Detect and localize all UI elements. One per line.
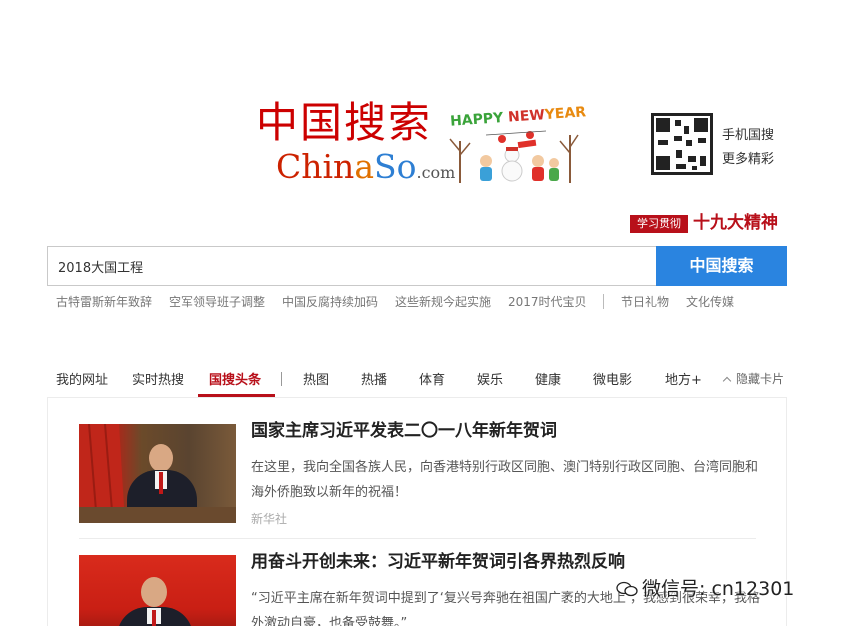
desk: [79, 507, 236, 523]
news-image[interactable]: [79, 424, 236, 523]
hot-link[interactable]: 古特雷斯新年致辞: [56, 293, 152, 310]
tab-hot-pics[interactable]: 热图: [303, 369, 329, 388]
news-divider: [79, 538, 756, 539]
tab-realtime-hot[interactable]: 实时热搜: [132, 369, 184, 388]
search-box: [47, 246, 657, 286]
news-image[interactable]: [79, 555, 236, 626]
search-input[interactable]: [48, 247, 657, 285]
news-summary: 在这里，我向全国各族人民，向香港特别行政区同胞、澳门特别行政区同胞、台湾同胞和海…: [251, 460, 759, 500]
tab-my-sites[interactable]: 我的网址: [56, 369, 108, 388]
tie: [159, 472, 163, 494]
festive-figures-illustration: [449, 130, 579, 183]
wechat-watermark: 微信号: cn12301: [616, 574, 794, 601]
person-head: [149, 444, 173, 472]
tab-hot-play[interactable]: 热播: [361, 369, 387, 388]
chevron-up-icon: [722, 376, 732, 386]
hot-link[interactable]: 中国反腐持续加码: [282, 293, 378, 310]
news-title-link[interactable]: 国家主席习近平发表二〇一八年新年贺词: [251, 420, 557, 442]
study-badge[interactable]: 学习贯彻: [630, 215, 688, 233]
person-head: [141, 577, 167, 607]
hot-link[interactable]: 2017时代宝贝: [508, 293, 587, 310]
logo-chinese-text: 中国搜索: [256, 98, 433, 147]
tab-local[interactable]: 地方+: [665, 369, 702, 388]
happy-new-year-doodle[interactable]: HAPPY NEWYEAR: [446, 104, 587, 189]
hot-links-separator: [603, 294, 604, 309]
tie: [152, 610, 156, 626]
news-title-link[interactable]: 用奋斗开创未来：习近平新年贺词引各界热烈反响: [251, 551, 625, 573]
hot-link[interactable]: 空军领导班子调整: [169, 293, 265, 310]
tab-health[interactable]: 健康: [535, 369, 561, 388]
channel-tabs: 我的网址 实时热搜 国搜头条 热图 热播 体育 娱乐 健康 微电影 地方+ 隐藏…: [0, 362, 849, 398]
chinaso-logo[interactable]: 中国搜索 ChinaSo.com: [256, 98, 455, 190]
tab-sports[interactable]: 体育: [419, 369, 445, 388]
hot-link[interactable]: 节日礼物: [621, 293, 669, 310]
news-source[interactable]: 新华社: [251, 510, 287, 527]
tab-divider: [281, 372, 282, 386]
hot-link[interactable]: 这些新规今起实施: [395, 293, 491, 310]
tab-entertainment[interactable]: 娱乐: [477, 369, 503, 388]
hide-cards-button[interactable]: 隐藏卡片: [722, 370, 784, 387]
wechat-icon: [616, 581, 638, 597]
tab-micro-film[interactable]: 微电影: [593, 369, 632, 388]
qr-label-more: 更多精彩: [722, 152, 775, 167]
search-button[interactable]: 中国搜索: [656, 246, 787, 286]
logo-english-text: ChinaSo.com: [276, 147, 456, 186]
study-title-link[interactable]: 十九大精神: [693, 211, 778, 235]
qr-label-mobile: 手机国搜: [722, 128, 775, 143]
tab-headlines[interactable]: 国搜头条: [209, 369, 261, 388]
qr-code[interactable]: [651, 113, 713, 175]
hot-link[interactable]: 文化传媒: [686, 293, 734, 310]
